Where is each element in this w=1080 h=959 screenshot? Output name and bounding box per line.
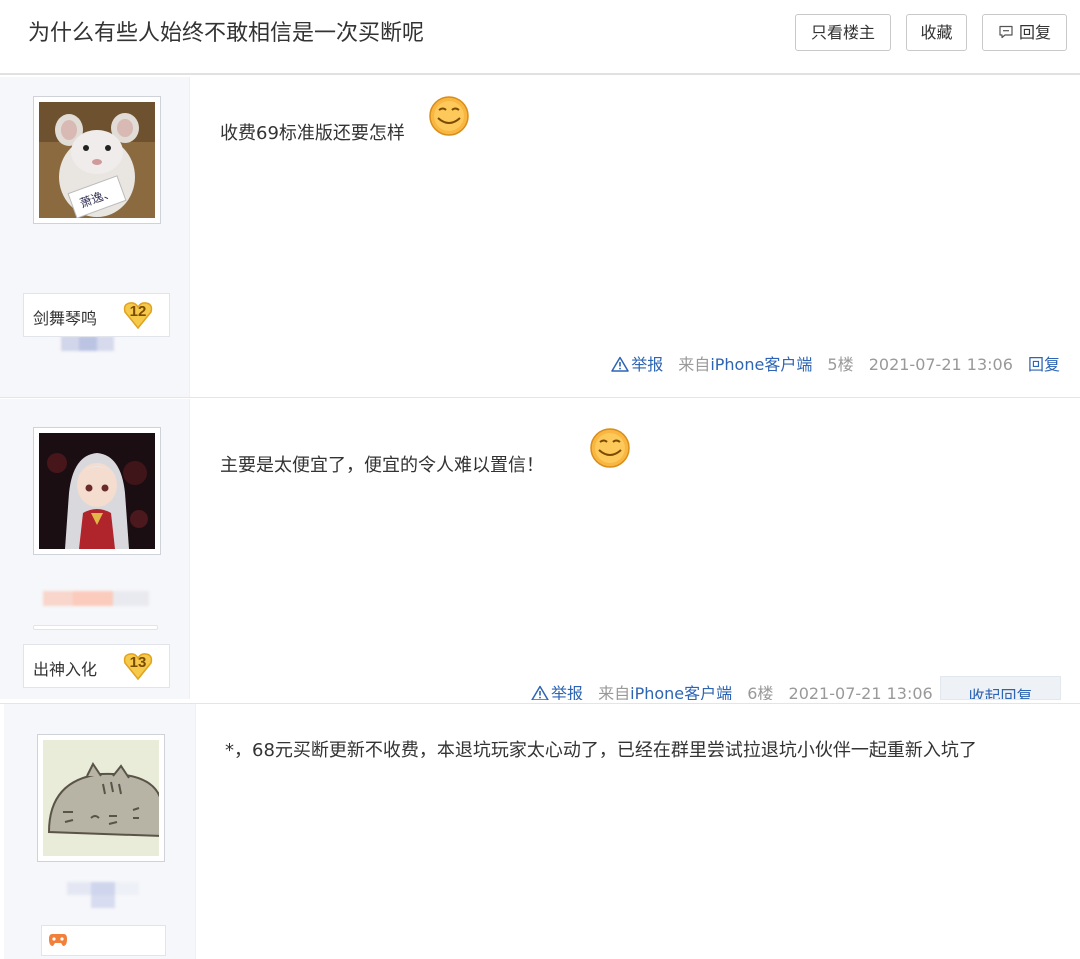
report-label: 举报 [631,355,664,374]
post-meta: 举报 来自iPhone客户端 5楼 2021-07-21 13:06 回复 [611,355,1060,375]
post: 萧逸、 剑舞琴鸣 12 收费69标准版还要怎样 举报 来自iPhone客户端 5… [0,77,1080,398]
user-sidebar: 萧逸、 剑舞琴鸣 12 [0,77,190,397]
source: 来自iPhone客户端 [598,684,732,700]
game-badge-icon [49,934,67,946]
badge-placeholder [33,625,158,630]
source: 来自iPhone客户端 [678,355,812,374]
source-prefix: 来自 [678,355,711,374]
avatar [39,433,155,549]
smile-emoji-icon [590,428,630,468]
report-link[interactable]: 举报 [611,355,668,374]
avatar-frame[interactable] [37,734,165,862]
user-sidebar: 出神入化 13 [0,399,190,699]
avatar-frame[interactable]: 萧逸、 [33,96,161,224]
user-sidebar [4,704,196,959]
post-time: 2021-07-21 13:06 [868,355,1013,374]
warning-icon [531,685,549,700]
only-op-button[interactable]: 只看楼主 [795,14,891,51]
level-badge[interactable]: 出神入化 13 [23,644,170,688]
level-heart: 13 [122,651,154,681]
avatar-frame[interactable] [33,427,161,555]
post-content: *，68元买断更新不收费，本退坑玩家太心动了，已经在群里尝试拉退坑小伙伴一起重新… [225,740,977,761]
username-blurred[interactable] [67,880,139,910]
post: *，68元买断更新不收费，本退坑玩家太心动了，已经在群里尝试拉退坑小伙伴一起重新… [0,703,1080,959]
post: 出神入化 13 主要是太便宜了，便宜的令人难以置信！ 举报 来自iPhone客户… [0,399,1080,700]
level-badge[interactable] [41,925,166,956]
warning-icon [611,356,629,372]
collapse-replies-button[interactable]: 收起回复 [940,676,1061,700]
smile-emoji-icon [429,96,469,136]
level-badge[interactable]: 剑舞琴鸣 12 [23,293,170,337]
client-link[interactable]: iPhone客户端 [630,684,732,700]
thread-page: 为什么有些人始终不敢相信是一次买断呢 只看楼主 收藏 回复 萧逸、 剑舞琴鸣 1… [0,0,1080,959]
report-link[interactable]: 举报 [531,684,588,700]
report-label: 举报 [551,684,584,700]
level-heart: 12 [122,300,154,330]
level-number: 13 [129,654,147,671]
level-name: 出神入化 [33,660,98,679]
post-time: 2021-07-21 13:06 [788,684,933,700]
thread-title: 为什么有些人始终不敢相信是一次买断呢 [28,21,425,46]
post-meta: 举报 来自iPhone客户端 6楼 2021-07-21 13:06 [531,684,933,700]
client-link[interactable]: iPhone客户端 [710,355,812,374]
post-content: 主要是太便宜了，便宜的令人难以置信！ [220,455,544,476]
level-name: 剑舞琴鸣 [33,309,98,328]
reply-link[interactable]: 回复 [1028,355,1060,374]
comment-icon [999,25,1013,38]
avatar: 萧逸、 [39,102,155,218]
username-blurred[interactable] [61,335,114,352]
reply-button[interactable]: 回复 [982,14,1067,51]
avatar [43,740,159,856]
floor-number: 5楼 [827,355,854,374]
username-blurred[interactable] [43,590,149,607]
level-number: 12 [129,303,147,320]
favorite-button[interactable]: 收藏 [906,14,967,51]
post-content: 收费69标准版还要怎样 [220,123,405,144]
reply-button-label: 回复 [1018,23,1051,42]
thread-header: 为什么有些人始终不敢相信是一次买断呢 只看楼主 收藏 回复 [0,0,1080,75]
source-prefix: 来自 [598,684,631,700]
floor-number: 6楼 [747,684,774,700]
